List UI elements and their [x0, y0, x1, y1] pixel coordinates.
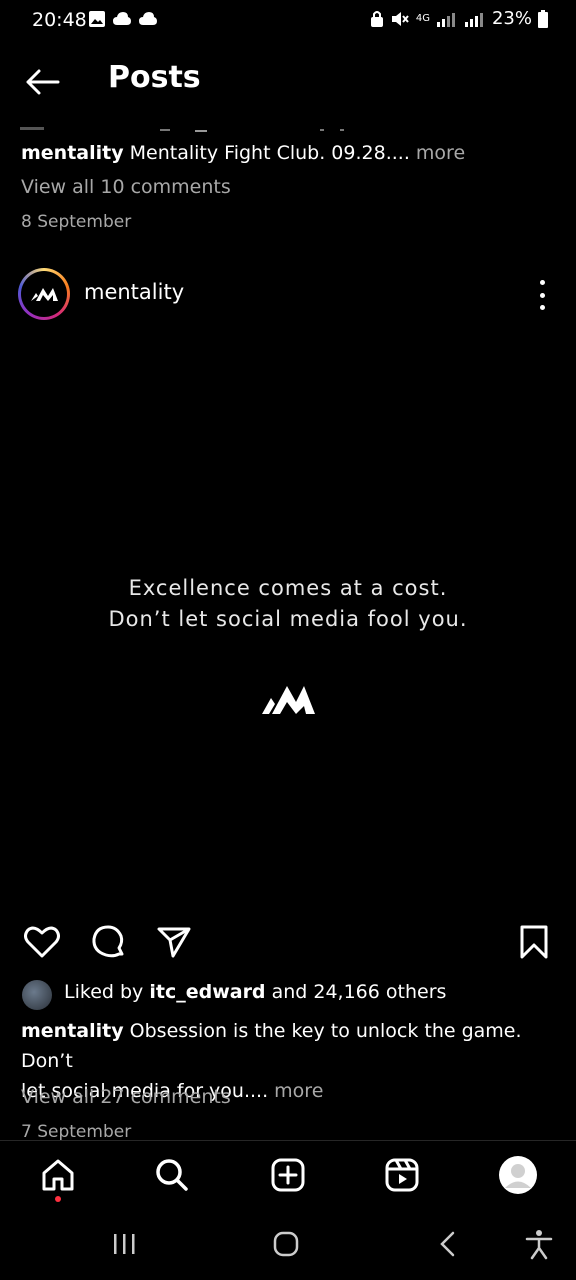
post-image[interactable]: Excellence comes at a cost. Don’t let so…: [0, 338, 576, 914]
post-quote-line-1: Excellence comes at a cost.: [128, 576, 448, 600]
notification-dot: [55, 1196, 61, 1202]
caption-text: Mentality Fight Club. 09.28....: [129, 142, 410, 164]
home-system-icon[interactable]: [272, 1230, 300, 1258]
status-bar: 20:48 4G 23%: [0, 0, 576, 42]
cloud-icon-2: [139, 12, 157, 25]
caption-username[interactable]: mentality: [21, 142, 124, 164]
view-comments-link[interactable]: View all 27 comments: [21, 1086, 231, 1108]
back-button[interactable]: [20, 62, 64, 102]
signal-icon: [436, 12, 455, 27]
liker-username[interactable]: itc_edward: [149, 981, 265, 1003]
plus-square-icon: [271, 1158, 305, 1192]
battery-icon: [538, 9, 548, 28]
mentality-logo-icon: [31, 288, 58, 301]
prev-post-date: 8 September: [21, 212, 132, 232]
battery-percent: 23%: [491, 8, 532, 29]
status-time: 20:48: [32, 9, 87, 31]
nav-profile[interactable]: [494, 1151, 542, 1199]
system-nav-bar: [0, 1210, 576, 1280]
nav-search[interactable]: [148, 1151, 196, 1199]
page-title: Posts: [108, 60, 201, 95]
gallery-icon: [89, 11, 105, 27]
post-quote-line-2: Don’t let social media fool you.: [108, 607, 468, 631]
more-options-button[interactable]: [530, 280, 554, 310]
likes-count[interactable]: and 24,166 others: [272, 981, 447, 1003]
mentality-logo-icon: [262, 686, 315, 714]
nav-create[interactable]: [264, 1151, 312, 1199]
caption-more-link[interactable]: more: [416, 142, 465, 164]
comment-button[interactable]: [88, 922, 128, 962]
reels-icon: [385, 1158, 419, 1192]
share-button[interactable]: [154, 922, 194, 962]
home-icon: [42, 1159, 74, 1191]
accessibility-icon[interactable]: [524, 1228, 554, 1260]
caption-more-link[interactable]: more: [274, 1080, 323, 1102]
cloud-icon: [113, 12, 131, 25]
likes-prefix: Liked by: [64, 981, 144, 1003]
post-avatar[interactable]: [18, 268, 70, 320]
liker-avatar[interactable]: [22, 980, 52, 1010]
lock-icon: [370, 10, 383, 27]
profile-avatar-icon: [499, 1156, 537, 1194]
nav-reels[interactable]: [378, 1151, 426, 1199]
network-type: 4G: [415, 13, 430, 24]
kebab-icon: [539, 280, 545, 285]
bottom-nav: [0, 1140, 576, 1211]
recent-apps-icon[interactable]: [112, 1232, 138, 1256]
signal-icon-2: [464, 12, 483, 27]
send-icon: [157, 927, 191, 958]
caption-username[interactable]: mentality: [21, 1020, 124, 1042]
status-right: 4G 23%: [370, 8, 548, 29]
post-date: 7 September: [21, 1122, 132, 1142]
mute-icon: [391, 11, 409, 26]
prev-view-comments-link[interactable]: View all 10 comments: [21, 176, 231, 198]
likes-summary[interactable]: Liked by itc_edward and 24,166 others: [64, 981, 446, 1003]
like-button[interactable]: [22, 922, 62, 962]
back-system-icon[interactable]: [436, 1230, 460, 1258]
nav-home[interactable]: [34, 1151, 82, 1199]
comment-icon: [92, 925, 124, 958]
clipped-content-edge: [20, 118, 360, 132]
save-button[interactable]: [514, 922, 554, 962]
bookmark-icon: [520, 925, 548, 959]
heart-icon: [24, 926, 60, 958]
prev-post-caption: mentality Mentality Fight Club. 09.28...…: [21, 138, 465, 168]
post-username[interactable]: mentality: [84, 280, 184, 304]
arrow-left-icon: [26, 69, 60, 95]
status-notification-icons: [88, 10, 158, 28]
search-icon: [156, 1159, 188, 1191]
